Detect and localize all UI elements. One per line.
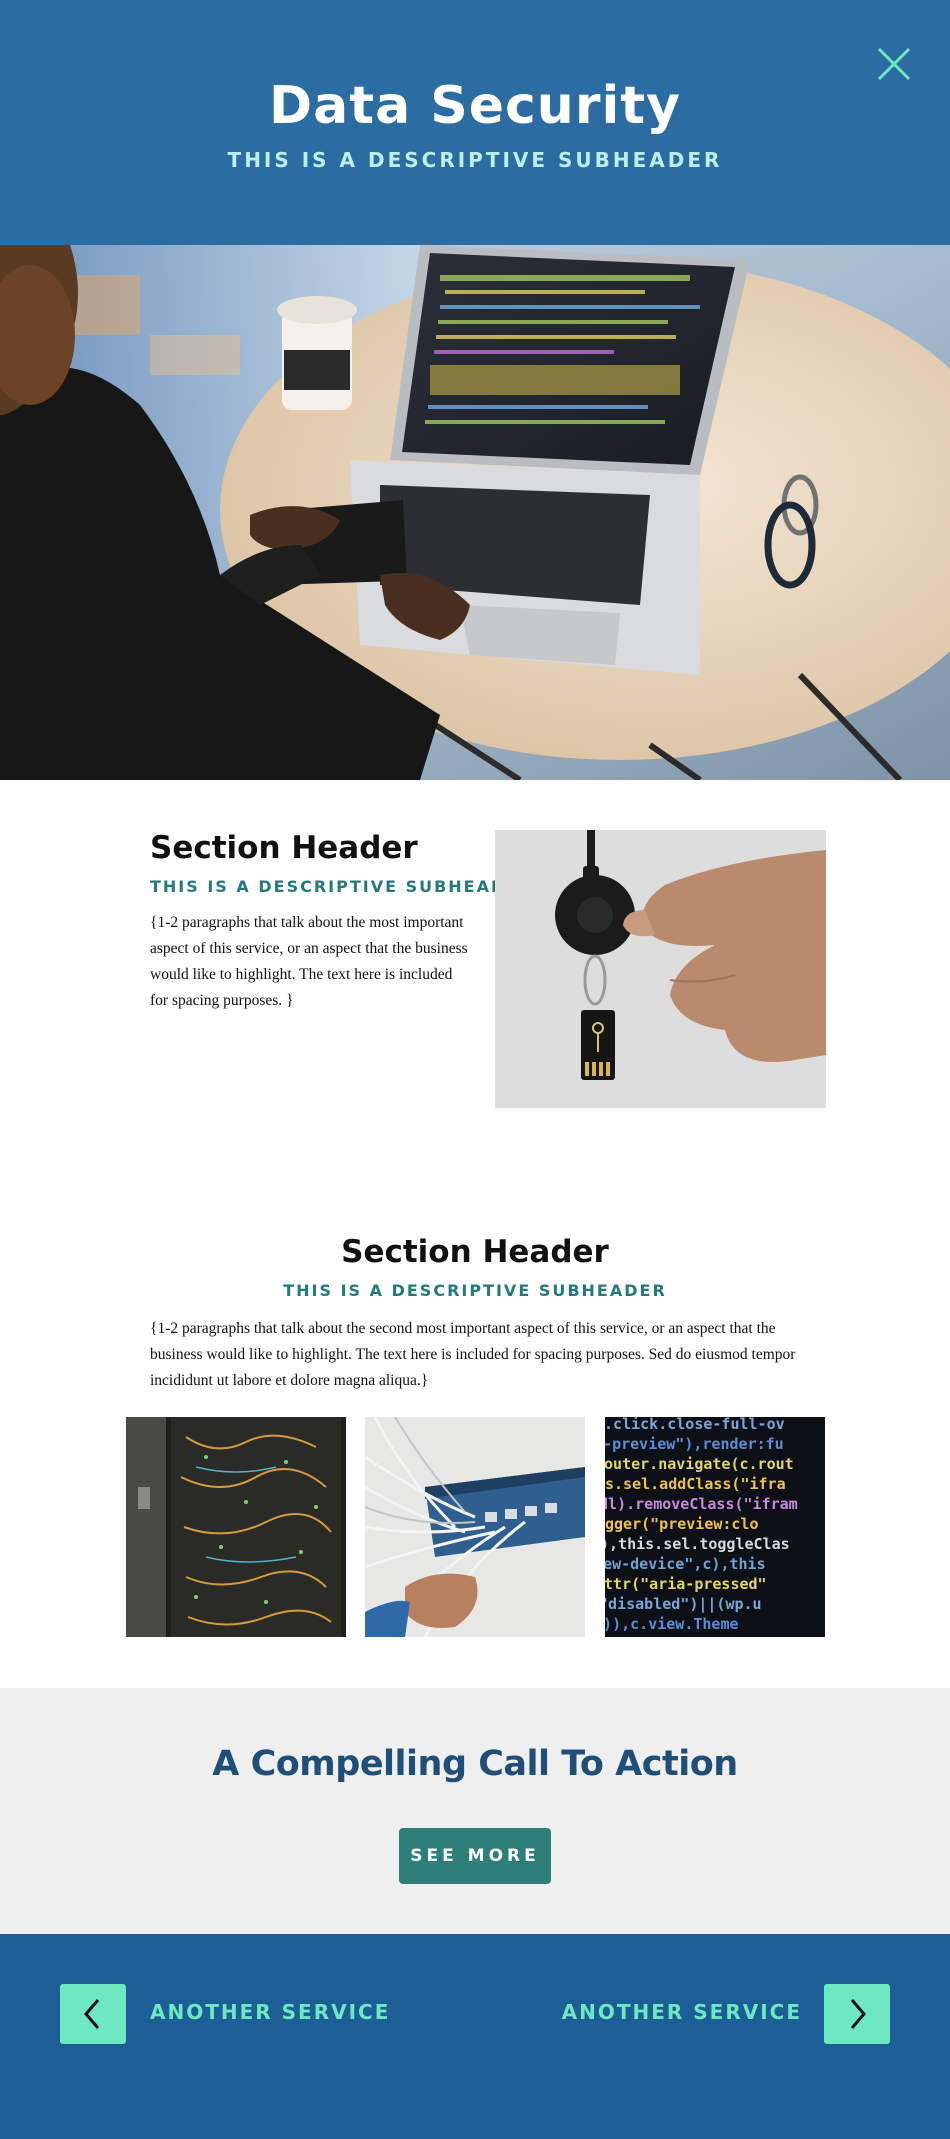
section2-title: Section Header: [341, 1234, 609, 1270]
next-service-link[interactable]: ANOTHER SERVICE: [562, 2000, 802, 2024]
chevron-left-icon: [84, 1999, 100, 2029]
hero-photo-laptop: [0, 245, 950, 780]
svg-text:view-device",c),this: view-device",c),this: [605, 1555, 766, 1573]
next-service-button[interactable]: [824, 1984, 890, 2044]
close-icon: [877, 47, 911, 81]
section2-body: {1-2 paragraphs that talk about the seco…: [150, 1320, 796, 1389]
svg-text:ddl).removeClass("ifram: ddl).removeClass("ifram: [605, 1495, 798, 1513]
page-header: Data Security THIS IS A DESCRIPTIVE SUBH…: [0, 0, 950, 245]
section1-photo-usb-key: [495, 830, 826, 1108]
prev-service-link[interactable]: ANOTHER SERVICE: [150, 2000, 390, 2024]
svg-text:).click.close-full-ov: ).click.close-full-ov: [605, 1417, 785, 1433]
close-button[interactable]: [876, 46, 912, 82]
gallery-photo-code-screen: ).click.close-full-ov ve-preview"),rende…: [605, 1417, 825, 1637]
page-title: Data Security: [268, 76, 682, 136]
service-navigation: ANOTHER SERVICE ANOTHER SERVICE: [0, 1934, 950, 2139]
see-more-button[interactable]: SEE MORE: [399, 1828, 551, 1884]
svg-text:attr("aria-pressed": attr("aria-pressed": [605, 1575, 767, 1593]
chevron-right-icon: [850, 1999, 866, 2029]
section1-title: Section Header: [150, 830, 418, 866]
svg-text:gger("preview:clo: gger("preview:clo: [605, 1515, 759, 1533]
svg-text:),this.sel.toggleClas: ),this.sel.toggleClas: [605, 1535, 790, 1553]
gallery-photo-network-switch: [365, 1417, 585, 1637]
page-subtitle: THIS IS A DESCRIPTIVE SUBHEADER: [227, 148, 723, 172]
section1-body: {1-2 paragraphs that talk about the most…: [150, 914, 468, 1009]
cta-title: A Compelling Call To Action: [212, 1744, 738, 1784]
svg-text:router.navigate(c.rout: router.navigate(c.rout: [605, 1455, 794, 1473]
svg-text:s")),c.view.Theme: s")),c.view.Theme: [605, 1615, 739, 1633]
prev-service-button[interactable]: [60, 1984, 126, 2044]
gallery-photo-server-rack: [126, 1417, 346, 1637]
section1-subtitle: THIS IS A DESCRIPTIVE SUBHEADER: [150, 877, 534, 896]
svg-text:("disabled")||(wp.u: ("disabled")||(wp.u: [605, 1595, 762, 1614]
call-to-action-section: A Compelling Call To Action SEE MORE: [0, 1688, 950, 1934]
svg-text:s.sel.addClass("ifra: s.sel.addClass("ifra: [605, 1475, 786, 1493]
svg-text:ve-preview"),render:fu: ve-preview"),render:fu: [605, 1435, 784, 1453]
section2-subtitle: THIS IS A DESCRIPTIVE SUBHEADER: [283, 1281, 667, 1300]
